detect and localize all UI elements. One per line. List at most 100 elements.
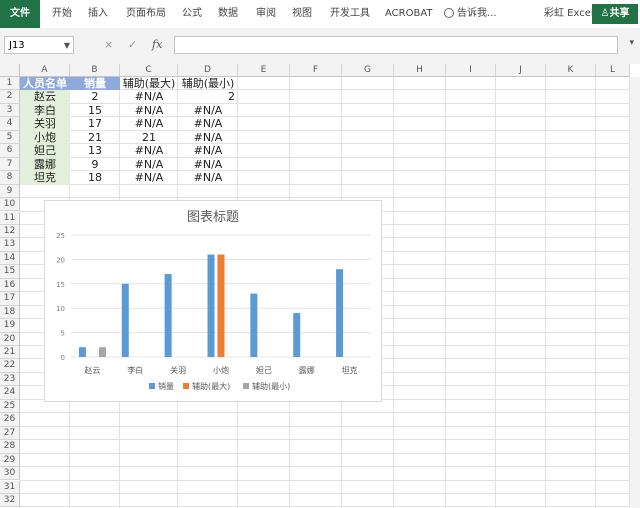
bar-1-2 <box>121 283 129 357</box>
share-button[interactable]: ♙共享 <box>592 4 638 24</box>
select-all-corner[interactable] <box>0 64 20 77</box>
row-header-4[interactable]: 4 <box>0 117 20 131</box>
formula-input[interactable] <box>174 36 618 54</box>
row-header-23[interactable]: 23 <box>0 372 20 387</box>
cell-d1[interactable]: 辅助(最小) <box>178 77 238 90</box>
cell-a3[interactable]: 李白 <box>20 103 70 118</box>
column-header-k[interactable]: K <box>546 64 596 77</box>
tab-developer[interactable]: 开发工具 <box>330 0 370 28</box>
cell-a6[interactable]: 妲己 <box>20 144 70 158</box>
column-header-h[interactable]: H <box>394 64 446 77</box>
column-header-d[interactable]: D <box>178 64 238 77</box>
gridline-horizontal <box>20 492 630 494</box>
vertical-scrollbar[interactable] <box>629 77 640 508</box>
row-header-2[interactable]: 2 <box>0 90 20 104</box>
row-header-1[interactable]: 1 <box>0 77 20 91</box>
cell-b7[interactable]: 9 <box>70 158 120 171</box>
tell-me-box[interactable]: 告诉我... <box>444 0 497 28</box>
row-header-31[interactable]: 31 <box>0 480 20 494</box>
column-header-c[interactable]: C <box>120 64 178 77</box>
cell-c2[interactable]: #N/A <box>120 90 178 103</box>
cell-a1[interactable]: 人员名单 <box>20 77 70 91</box>
cell-b6[interactable]: 13 <box>70 144 120 157</box>
cell-c5[interactable]: 21 <box>120 131 178 144</box>
row-header-28[interactable]: 28 <box>0 440 20 454</box>
row-header-22[interactable]: 22 <box>0 359 20 373</box>
cell-b1[interactable]: 销量 <box>70 77 120 91</box>
row-header-13[interactable]: 13 <box>0 238 20 252</box>
row-header-24[interactable]: 24 <box>0 386 20 400</box>
column-header-a[interactable]: A <box>20 64 70 77</box>
row-header-12[interactable]: 12 <box>0 224 20 239</box>
row-header-15[interactable]: 15 <box>0 265 20 279</box>
cell-b4[interactable]: 17 <box>70 117 120 130</box>
cell-a5[interactable]: 小炮 <box>20 130 70 145</box>
row-header-8[interactable]: 8 <box>0 171 20 185</box>
cell-a7[interactable]: 露娜 <box>20 157 70 172</box>
cell-c6[interactable]: #N/A <box>120 144 178 157</box>
row-header-17[interactable]: 17 <box>0 292 20 306</box>
cell-d5[interactable]: #N/A <box>178 131 238 144</box>
tab-formulas[interactable]: 公式 <box>182 0 202 28</box>
cell-d8[interactable]: #N/A <box>178 171 238 184</box>
row-header-30[interactable]: 30 <box>0 467 20 481</box>
tab-view[interactable]: 视图 <box>292 0 312 28</box>
cell-a4[interactable]: 关羽 <box>20 117 70 131</box>
cell-c7[interactable]: #N/A <box>120 158 178 171</box>
cell-d3[interactable]: #N/A <box>178 104 238 117</box>
column-header-j[interactable]: J <box>496 64 546 77</box>
row-header-14[interactable]: 14 <box>0 251 20 266</box>
name-box[interactable]: J13 ▼ <box>4 36 74 54</box>
column-header-i[interactable]: I <box>446 64 496 77</box>
cell-b5[interactable]: 21 <box>70 131 120 144</box>
expand-formula-icon[interactable]: ▾ <box>629 38 634 48</box>
row-header-21[interactable]: 21 <box>0 346 20 360</box>
row-header-7[interactable]: 7 <box>0 157 20 172</box>
cell-d2[interactable]: 2 <box>178 90 238 103</box>
column-header-b[interactable]: B <box>70 64 120 77</box>
cell-c1[interactable]: 辅助(最大) <box>120 77 178 90</box>
tab-page-layout[interactable]: 页面布局 <box>126 0 166 28</box>
cell-b3[interactable]: 15 <box>70 104 120 117</box>
cell-a2[interactable]: 赵云 <box>20 90 70 104</box>
column-header-f[interactable]: F <box>290 64 342 77</box>
tab-insert[interactable]: 插入 <box>88 0 108 28</box>
chevron-down-icon[interactable]: ▼ <box>64 37 70 55</box>
cell-b8[interactable]: 18 <box>70 171 120 184</box>
row-header-18[interactable]: 18 <box>0 305 20 320</box>
chart-area[interactable]: 图表标题 0 5 10 15 20 25 赵云 李白 关羽 小炮 妲己 露娜 坦克 销量 辅助(最大) 辅助(最… <box>44 200 382 402</box>
tab-home[interactable]: 开始 <box>52 0 72 28</box>
row-header-26[interactable]: 26 <box>0 413 20 427</box>
cell-c3[interactable]: #N/A <box>120 104 178 117</box>
tab-acrobat[interactable]: ACROBAT <box>385 0 433 28</box>
column-header-l[interactable]: L <box>596 64 630 77</box>
row-header-10[interactable]: 10 <box>0 198 20 212</box>
row-header-11[interactable]: 11 <box>0 211 20 225</box>
row-header-3[interactable]: 3 <box>0 103 20 118</box>
cancel-icon[interactable]: × <box>104 36 113 54</box>
tab-review[interactable]: 审阅 <box>256 0 276 28</box>
row-header-32[interactable]: 32 <box>0 493 20 508</box>
cell-d7[interactable]: #N/A <box>178 158 238 171</box>
cell-b2[interactable]: 2 <box>70 90 120 103</box>
tab-data[interactable]: 数据 <box>218 0 238 28</box>
row-header-29[interactable]: 29 <box>0 453 20 468</box>
row-header-9[interactable]: 9 <box>0 184 20 199</box>
column-header-e[interactable]: E <box>238 64 290 77</box>
row-header-6[interactable]: 6 <box>0 144 20 158</box>
cell-c4[interactable]: #N/A <box>120 117 178 130</box>
tab-file[interactable]: 文件 <box>0 0 40 28</box>
row-header-5[interactable]: 5 <box>0 130 20 145</box>
cell-d4[interactable]: #N/A <box>178 117 238 130</box>
row-header-20[interactable]: 20 <box>0 332 20 346</box>
row-header-16[interactable]: 16 <box>0 278 20 293</box>
row-header-19[interactable]: 19 <box>0 319 20 333</box>
row-header-27[interactable]: 27 <box>0 426 20 441</box>
insert-function-icon[interactable]: fx <box>152 36 162 54</box>
cell-a8[interactable]: 坦克 <box>20 171 70 185</box>
row-header-25[interactable]: 25 <box>0 399 20 414</box>
cell-c8[interactable]: #N/A <box>120 171 178 184</box>
column-header-g[interactable]: G <box>342 64 394 77</box>
enter-icon[interactable]: ✓ <box>128 36 137 54</box>
cell-d6[interactable]: #N/A <box>178 144 238 157</box>
